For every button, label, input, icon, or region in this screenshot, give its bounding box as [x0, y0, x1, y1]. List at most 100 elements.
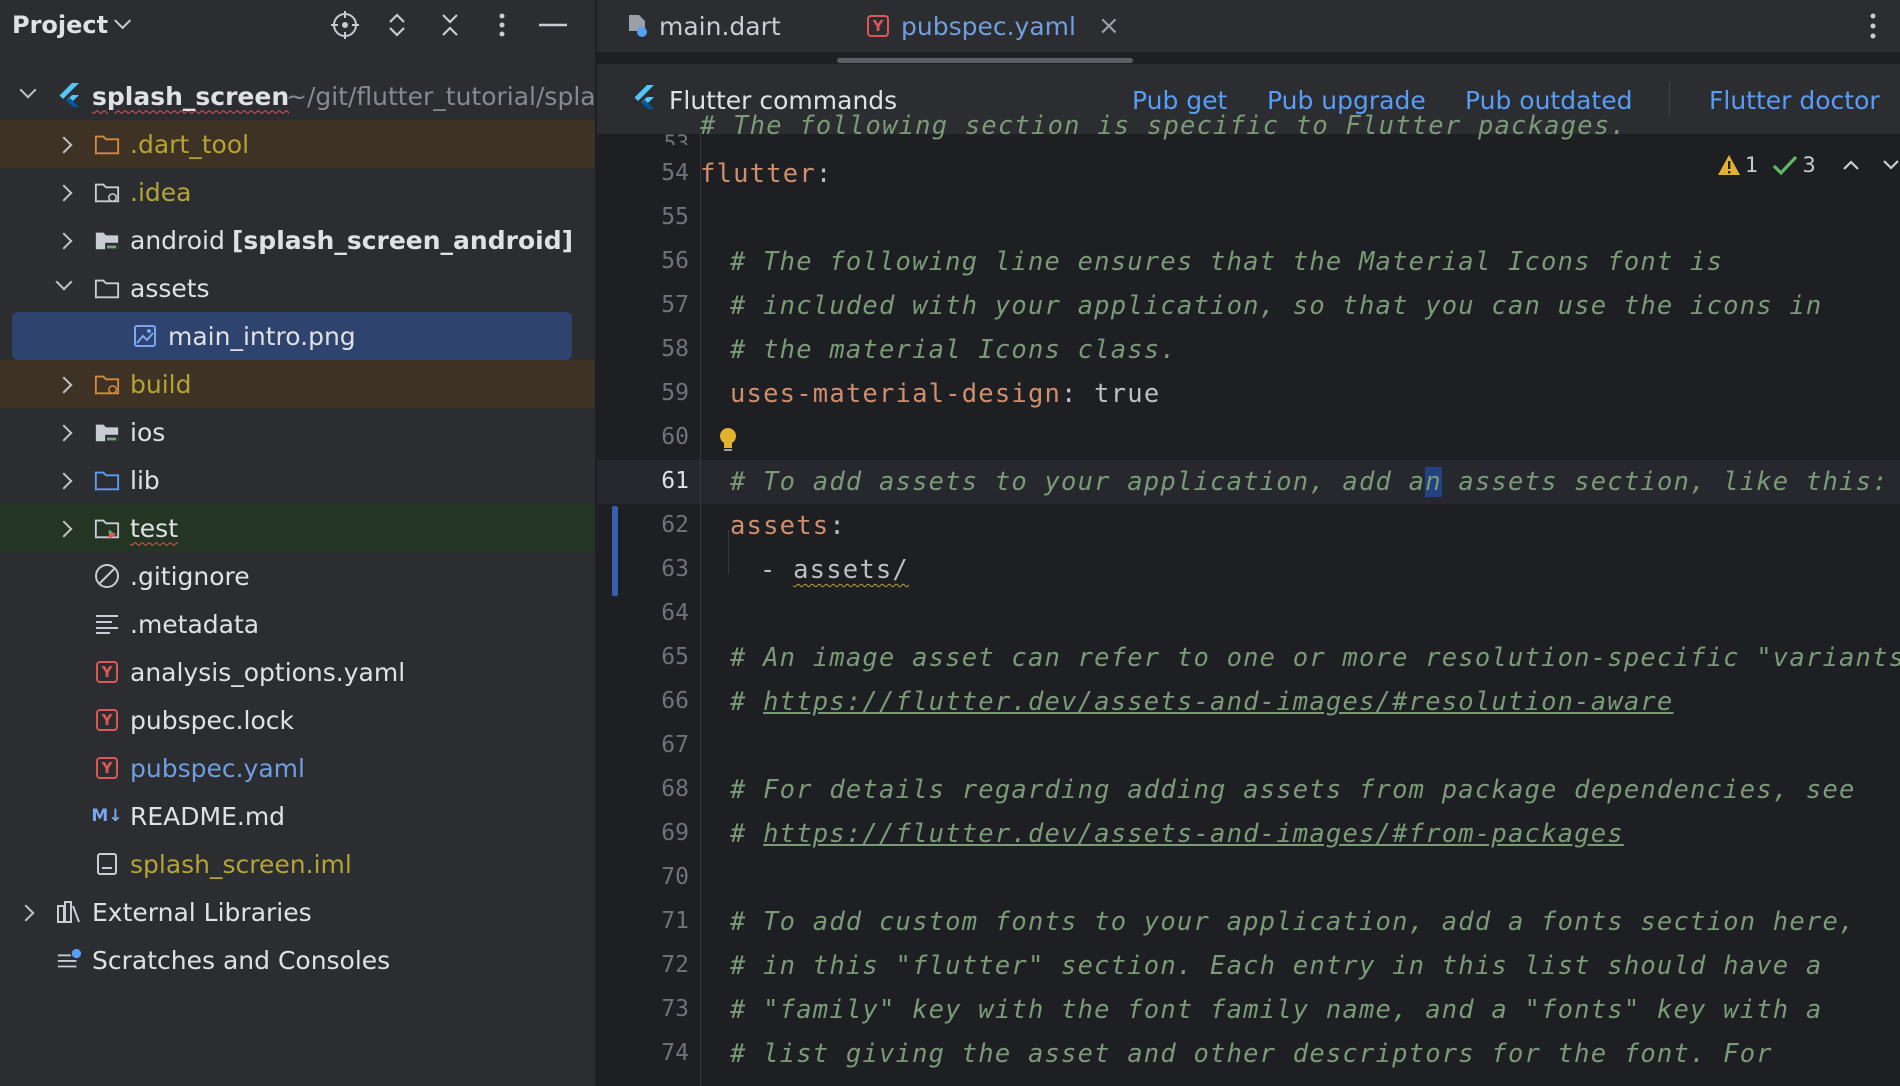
tree-item-test[interactable]: test [0, 504, 595, 552]
chevron-right-icon[interactable] [17, 904, 35, 922]
code-line-59: uses-material-design: true [730, 372, 1160, 416]
tree-item-pubspec-lock[interactable]: Y pubspec.lock [0, 696, 595, 744]
tree-item-label: Scratches and Consoles [92, 945, 391, 975]
line-number: 59 [661, 380, 689, 406]
tree-item-dart-tool[interactable]: .dart_tool [0, 120, 595, 168]
tree-item-assets[interactable]: assets [0, 264, 595, 312]
project-view-dropdown-icon[interactable] [114, 12, 132, 30]
yaml-badge-text: Y [101, 759, 113, 777]
tree-item-label: README.md [130, 801, 286, 831]
test-folder-icon [94, 515, 120, 541]
editor-tab-bar: main.dart Y pubspec.yaml × [597, 0, 1900, 52]
tree-item-lib[interactable]: lib [0, 456, 595, 504]
tree-item-scratches[interactable]: Scratches and Consoles [0, 936, 595, 984]
yaml-value: true [1094, 379, 1161, 409]
line-number: 69 [661, 820, 689, 846]
tree-item-splash-screen[interactable]: splash_screen ~/git/flutter_tutorial/spl… [0, 72, 595, 120]
tab-main-dart[interactable]: main.dart [625, 0, 781, 52]
comment-text: assets section, like this: [1441, 467, 1889, 497]
tab-label: main.dart [659, 11, 781, 41]
line-number: 55 [661, 204, 689, 230]
markdown-file-icon: M↓ [90, 803, 124, 829]
tree-item-analysis-options[interactable]: Y analysis_options.yaml [0, 648, 595, 696]
url-link[interactable]: https://flutter.dev/assets-and-images/#f… [763, 819, 1624, 849]
line-number: 53 [663, 131, 689, 145]
intention-bulb-icon[interactable] [717, 426, 739, 458]
chevron-right-icon[interactable] [55, 232, 73, 250]
code-line-69: # https://flutter.dev/assets-and-images/… [730, 812, 1624, 856]
project-header: Project [0, 0, 595, 50]
tree-item-build[interactable]: build [0, 360, 595, 408]
chevron-right-icon[interactable] [55, 424, 73, 442]
yaml-colon: : [829, 511, 846, 541]
project-title[interactable]: Project [12, 11, 108, 39]
tree-item-label: .dart_tool [130, 129, 250, 159]
code-line-partial: # The following section is specific to F… [700, 111, 1627, 141]
more-options-icon[interactable] [484, 8, 520, 42]
chevron-down-icon[interactable] [55, 273, 73, 291]
tree-item-module-name: [splash_screen_android] [232, 225, 574, 255]
text-cursor-selection: n [1425, 467, 1442, 497]
chevron-right-icon[interactable] [55, 184, 73, 202]
tab-pubspec-yaml[interactable]: Y pubspec.yaml × [865, 0, 1120, 52]
tree-item-android[interactable]: android [splash_screen_android] [0, 216, 595, 264]
code-line-65: # An image asset can refer to one or mor… [730, 643, 1900, 673]
tree-item-metadata[interactable]: .metadata [0, 600, 595, 648]
ignore-file-icon [94, 563, 120, 589]
tree-item-external-libraries[interactable]: External Libraries [0, 888, 595, 936]
code-line-74: # list giving the asset and other descri… [730, 1039, 1773, 1069]
code-line-66: # https://flutter.dev/assets-and-images/… [730, 680, 1674, 724]
project-panel: Project splash_screen ~/git/flutter_tuto… [0, 0, 596, 1086]
hide-panel-icon[interactable] [535, 8, 571, 42]
collapse-all-icon[interactable] [432, 8, 468, 42]
tree-item-iml[interactable]: splash_screen.iml [0, 840, 595, 888]
code-line-58: # the material Icons class. [730, 335, 1177, 365]
url-link[interactable]: https://flutter.dev/assets-and-images/#r… [763, 687, 1673, 717]
tree-item-pubspec-yaml[interactable]: Y pubspec.yaml [0, 744, 595, 792]
tree-item-idea[interactable]: .idea [0, 168, 595, 216]
chevron-right-icon[interactable] [55, 472, 73, 490]
yaml-badge-text: Y [872, 17, 884, 35]
flutter-doctor-link[interactable]: Flutter doctor [1709, 86, 1880, 115]
source-folder-icon [94, 467, 120, 493]
code-area[interactable]: # The following section is specific to F… [700, 111, 1900, 1086]
tree-item-label: .gitignore [130, 561, 250, 591]
tree-item-ios[interactable]: ios [0, 408, 595, 456]
line-number: 67 [661, 732, 689, 758]
module-folder-icon [94, 419, 120, 445]
tree-item-main-intro-png[interactable]: main_intro.png [12, 312, 572, 360]
chevron-right-icon[interactable] [55, 136, 73, 154]
comment-text: # To add assets to your application, add… [730, 467, 1426, 497]
tree-item-gitignore[interactable]: .gitignore [0, 552, 595, 600]
active-tab-indicator [837, 58, 1133, 63]
line-number: 74 [661, 1040, 689, 1066]
tree-item-label: lib [130, 465, 160, 495]
chevron-right-icon[interactable] [55, 376, 73, 394]
code-line-71: # To add custom fonts to your applicatio… [730, 907, 1856, 937]
line-number: 56 [661, 248, 689, 274]
yaml-file-icon: Y [94, 755, 120, 781]
tree-item-readme[interactable]: M↓ README.md [0, 792, 595, 840]
separator [1669, 82, 1670, 116]
tree-item-label: .idea [130, 177, 192, 207]
tree-item-label: .metadata [130, 609, 260, 639]
editor: main.dart Y pubspec.yaml × Flutter comma… [597, 0, 1900, 1086]
close-icon[interactable]: × [1098, 11, 1120, 41]
tree-item-label: splash_screen.iml [130, 849, 352, 879]
locate-file-icon[interactable] [327, 8, 363, 42]
yaml-key: uses-material-design [730, 379, 1062, 409]
expand-all-icon[interactable] [379, 8, 415, 42]
line-number: 57 [661, 292, 689, 318]
line-number: 62 [661, 512, 689, 538]
code-line-73: # "family" key with the font family name… [730, 995, 1823, 1025]
comment-text: # [730, 819, 764, 849]
yaml-file-icon: Y [94, 659, 120, 685]
chevron-down-icon[interactable] [19, 81, 37, 99]
markdown-badge-text: M↓ [91, 806, 123, 826]
line-number: 60 [661, 424, 689, 450]
code-line-68: # For details regarding adding assets fr… [730, 775, 1856, 805]
chevron-right-icon[interactable] [55, 520, 73, 538]
scratches-icon [56, 947, 82, 973]
indent-guide [700, 134, 701, 1086]
tab-options-icon[interactable] [1869, 12, 1877, 44]
